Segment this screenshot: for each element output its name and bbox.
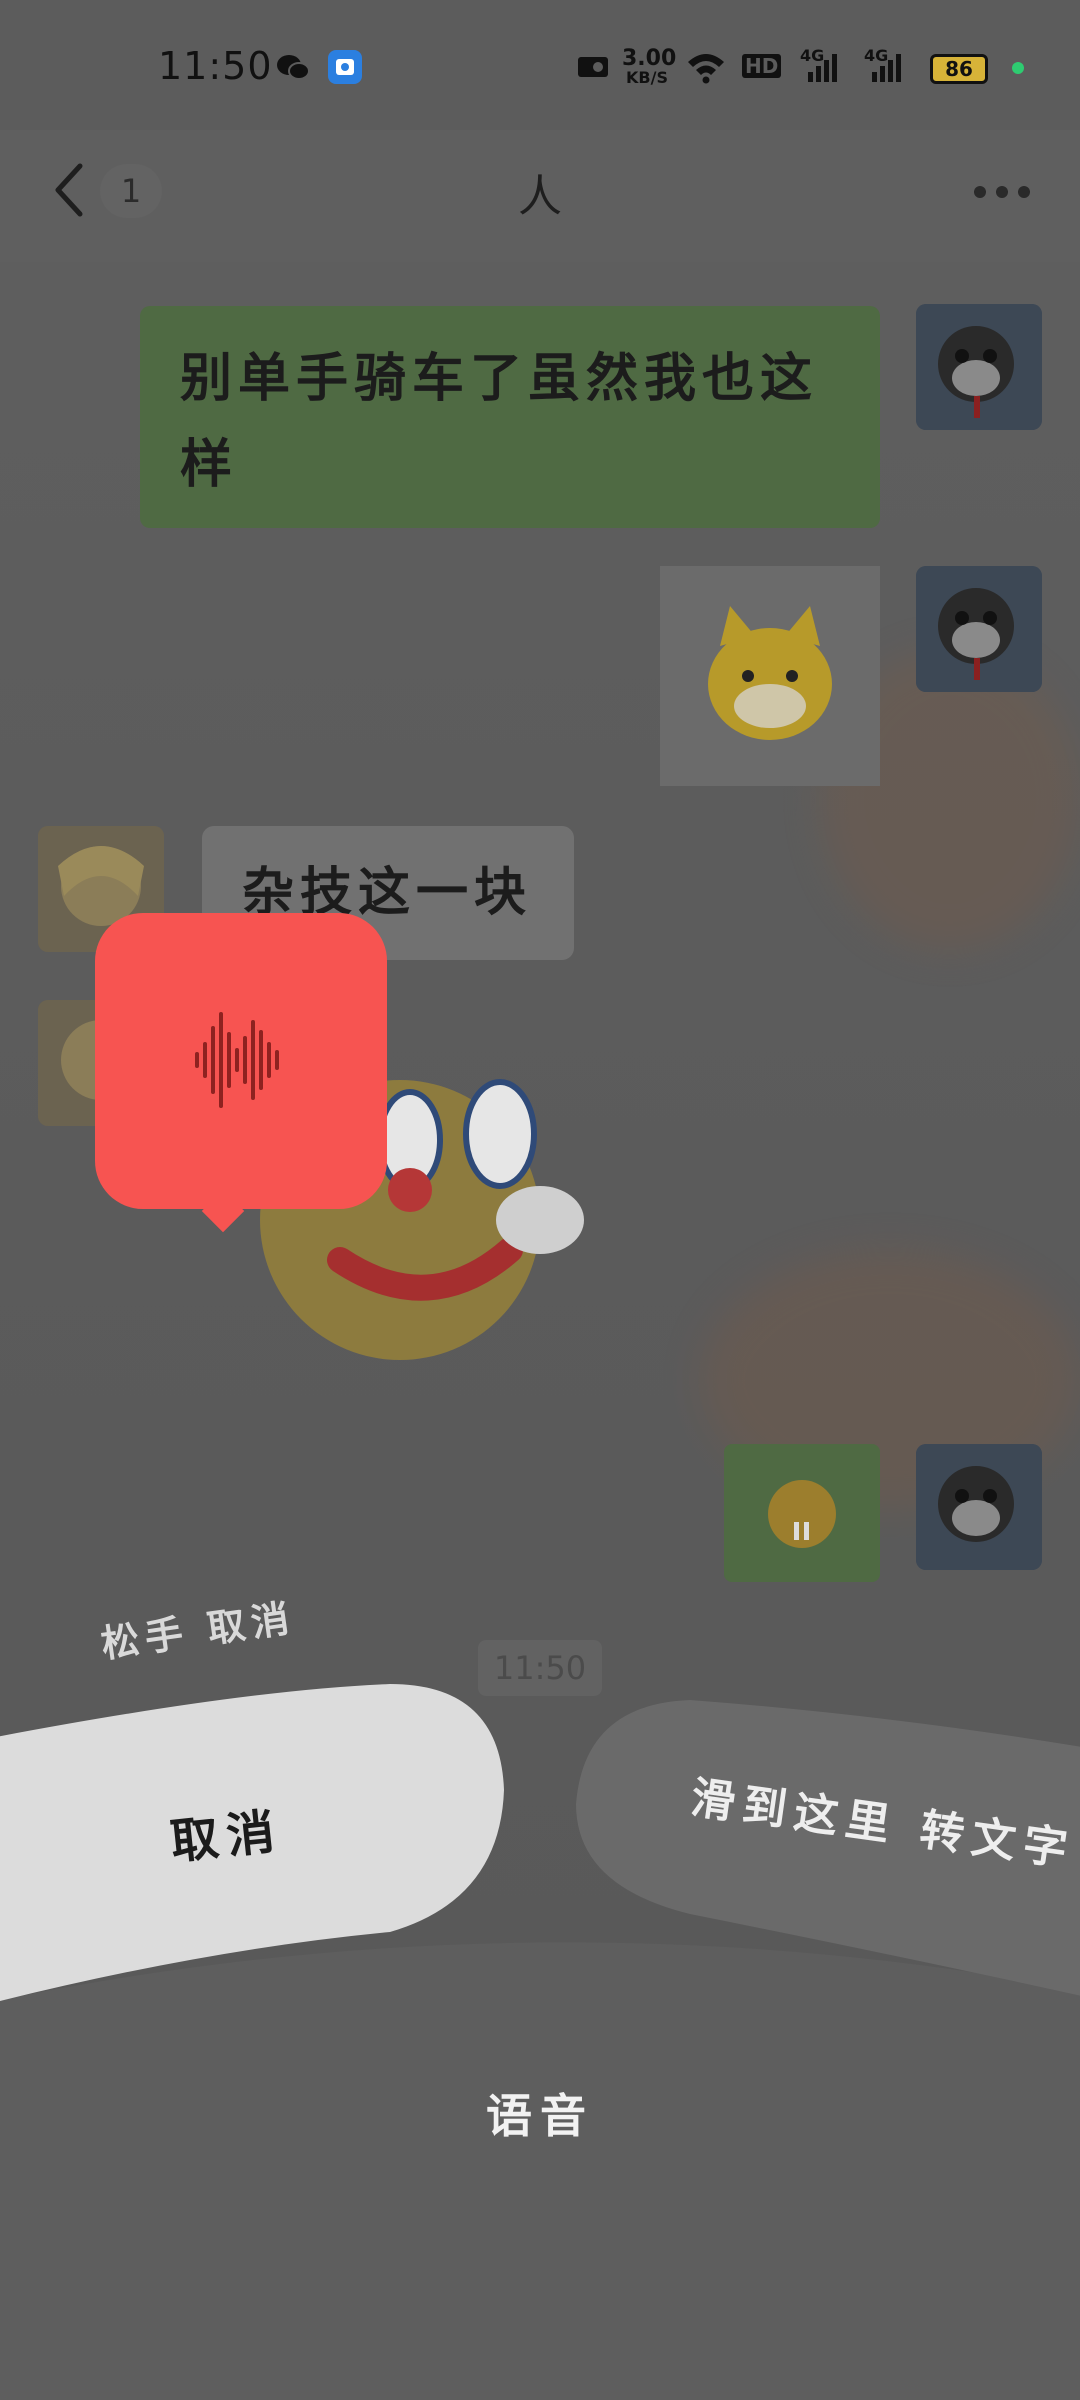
cancel-label: 取消: [167, 1803, 286, 1871]
status-time: 11:50: [158, 44, 273, 88]
yellow-dog-sticker: [708, 606, 832, 740]
signal-icon-1: [808, 54, 837, 82]
hd-icon: HD: [742, 54, 782, 78]
voice-action-areas: [0, 1684, 1080, 2400]
sticker-small-face[interactable]: [724, 1444, 880, 1582]
dog-avatar-icon: [916, 304, 1042, 430]
small-face-sticker: [768, 1480, 836, 1548]
privacy-dot: [1012, 62, 1024, 74]
avatar-self[interactable]: [916, 304, 1042, 430]
nfc-icon: [578, 57, 608, 77]
avatar-self-3[interactable]: [916, 1444, 1042, 1570]
dog-avatar-icon: [916, 1444, 1042, 1570]
chat-header: 1 人: [0, 130, 1080, 262]
voice-label: 语音: [486, 2089, 594, 2143]
battery-level: 86: [945, 57, 973, 81]
voice-area[interactable]: [0, 1942, 1080, 2400]
more-dots-icon[interactable]: [974, 186, 1034, 200]
chat-title: 人: [518, 171, 562, 222]
sound-wave-icon: [195, 1012, 279, 1108]
battery-icon: 86: [930, 54, 988, 84]
speed-unit: KB/S: [626, 68, 668, 87]
sticker-yellow-dog[interactable]: [660, 566, 880, 786]
wifi-icon: [688, 54, 724, 84]
signal-icon-2: [872, 54, 901, 82]
app-notification-icon: [328, 50, 362, 84]
wechat-icon: [277, 55, 310, 80]
status-bar: 11:50 3.00 KB/S HD 4G 4G 86: [0, 0, 1080, 130]
message-bubble-outgoing[interactable]: 别单手骑车了虽然我也这样: [140, 306, 880, 528]
avatar-self-2[interactable]: [916, 566, 1042, 692]
dog-avatar-icon: [916, 566, 1042, 692]
message-text: 别单手骑车了虽然我也这样: [180, 348, 819, 495]
